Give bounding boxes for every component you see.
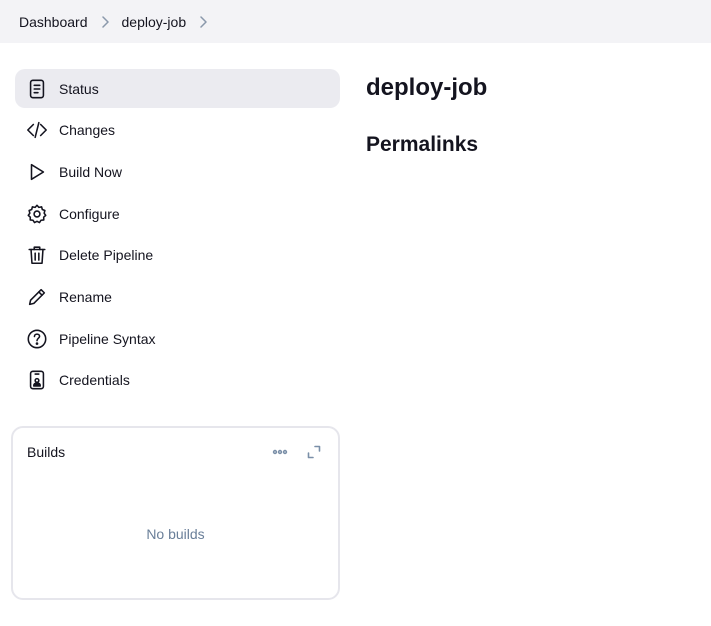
sidebar-item-rename[interactable]: Rename [15, 277, 340, 316]
sidebar-item-label: Pipeline Syntax [59, 330, 156, 347]
trash-icon [25, 243, 49, 267]
sidebar-item-label: Delete Pipeline [59, 247, 154, 264]
sidebar-item-build-now[interactable]: Build Now [15, 152, 340, 191]
gear-icon [25, 202, 49, 226]
builds-actions [270, 442, 324, 462]
breadcrumb: Dashboard deploy-job [0, 0, 711, 43]
document-icon [25, 77, 49, 101]
sidebar-item-label: Rename [59, 288, 112, 305]
no-builds-message: No builds [146, 526, 205, 542]
permalinks-heading: Permalinks [366, 133, 479, 156]
sidebar-item-pipeline-syntax[interactable]: Pipeline Syntax [15, 319, 340, 358]
sidebar-item-configure[interactable]: Configure [15, 194, 340, 233]
sidebar-item-credentials[interactable]: Credentials [15, 361, 340, 400]
sidebar-item-label: Credentials [59, 372, 130, 389]
play-icon [25, 160, 49, 184]
code-icon [25, 118, 49, 142]
side-panel-tasks: Status Changes Build Now Configure Delet… [15, 69, 340, 403]
pencil-icon [25, 285, 49, 309]
builds-title: Builds [27, 444, 66, 460]
sidebar-item-status[interactable]: Status [15, 69, 340, 108]
more-icon[interactable] [270, 442, 290, 462]
sidebar-item-label: Configure [59, 205, 120, 222]
builds-card: Builds No builds [11, 426, 340, 600]
credentials-icon [25, 368, 49, 392]
sidebar-item-label: Build Now [59, 163, 123, 180]
breadcrumb-item-dashboard[interactable]: Dashboard [19, 14, 88, 30]
chevron-right-icon[interactable] [186, 12, 220, 32]
chevron-right-icon [88, 12, 122, 32]
sidebar-item-changes[interactable]: Changes [15, 111, 340, 150]
sidebar-item-label: Status [59, 80, 99, 97]
expand-icon[interactable] [304, 442, 324, 462]
page-title: deploy-job [366, 74, 488, 101]
help-circle-icon [25, 327, 49, 351]
breadcrumb-item-deploy-job[interactable]: deploy-job [122, 14, 187, 30]
sidebar-item-delete-pipeline[interactable]: Delete Pipeline [15, 236, 340, 275]
sidebar-item-label: Changes [59, 122, 116, 139]
